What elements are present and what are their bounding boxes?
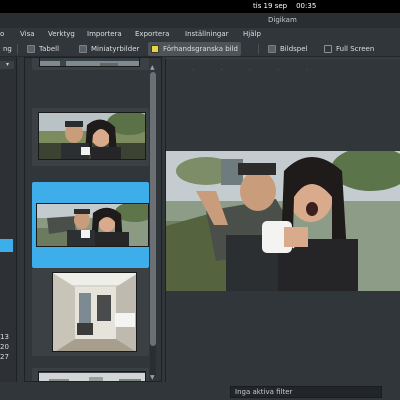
thumbnail-image [39,58,140,67]
toolbar-partial-label: ng [3,45,12,53]
calendar-day[interactable]: 20 [0,343,9,351]
menu-item-exportera[interactable]: Exportera [135,30,169,38]
view-toolbar: ng Tabell Miniatyrbilder Förhandsgranska… [0,41,400,57]
filter-status-label: Inga aktiva filter [235,388,293,396]
slideshow-icon [268,45,276,53]
fullscreen-label: Full Screen [336,45,375,53]
thumbnail-item[interactable] [32,368,149,381]
preview-image-label: Förhandsgranska bild [163,45,238,53]
thumbnail-image [36,203,149,247]
thumbnail-item[interactable] [32,108,149,166]
thumbnails-view-label: Miniatyrbilder [91,45,140,53]
system-top-bar: tis 19 sep 00:35 [0,0,400,13]
scroll-up-arrow-icon[interactable]: ▲ [150,64,155,71]
table-view-button[interactable]: Tabell [24,42,62,56]
toolbar-separator [258,44,259,54]
window-titlebar[interactable]: Digikam [0,13,400,28]
thumbnail-strip [24,57,162,382]
thumbnail-item[interactable] [32,58,149,70]
thumbnail-item[interactable] [32,268,149,356]
menu-item-installningar[interactable]: Inställningar [185,30,229,38]
chevron-down-icon[interactable]: ▾ [6,61,9,68]
toolbar-partial-button[interactable]: ng [0,42,15,56]
status-bar: Inga aktiva filter [0,382,400,400]
table-icon [27,45,35,53]
left-sidebar: ▾ 13 20 27 [0,57,17,400]
slideshow-button[interactable]: Bildspel [265,42,310,56]
menu-item-importera[interactable]: Importera [87,30,122,38]
slideshow-label: Bildspel [280,45,308,53]
thumbnail-item-selected[interactable] [32,182,149,268]
menu-item-hjalp[interactable]: Hjälp [243,30,261,38]
scrollbar-handle[interactable] [150,72,156,346]
window-title: Digikam [268,16,297,24]
menu-bar: o Visa Verktyg Importera Exportera Instä… [0,28,400,41]
thumbnails-view-button[interactable]: Miniatyrbilder [76,42,142,56]
menu-item-visa[interactable]: Visa [20,30,35,38]
fullscreen-button[interactable]: Full Screen [321,42,377,56]
thumbnail-image [52,272,137,352]
fullscreen-icon [324,45,332,53]
thumbnail-scrollbar[interactable] [150,72,156,378]
system-date: tis 19 sep [253,2,288,10]
system-time: 00:35 [296,2,317,10]
thumbnail-image [38,112,146,160]
preview-image[interactable] [166,151,400,291]
thumbnail-image [38,371,146,381]
preview-toolbar-dots: · · · · · [192,66,321,74]
scroll-down-arrow-icon[interactable]: ▼ [150,374,155,381]
preview-image-icon [151,45,159,53]
image-preview-pane: · · · · · [165,58,400,383]
sidebar-selected-item[interactable] [0,239,13,252]
menu-item-verktyg[interactable]: Verktyg [48,30,75,38]
menu-item-partial[interactable]: o [0,30,4,38]
system-clock[interactable]: tis 19 sep 00:35 [253,2,325,10]
calendar-day[interactable]: 27 [0,353,9,361]
toolbar-separator [17,44,18,54]
filter-status-field[interactable]: Inga aktiva filter [230,386,382,398]
preview-image-button[interactable]: Förhandsgranska bild [148,42,241,56]
table-view-label: Tabell [39,45,60,53]
calendar-day[interactable]: 13 [0,333,9,341]
panel-gap [17,57,24,400]
thumbnails-icon [79,45,87,53]
